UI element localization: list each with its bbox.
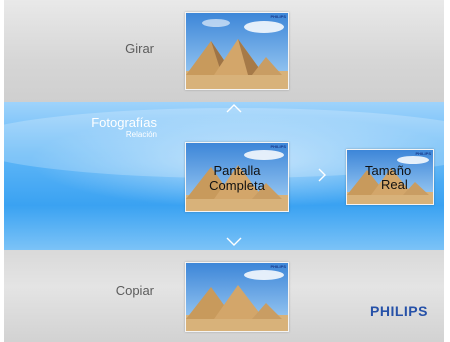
option-next-line2: Real [381,177,408,192]
thumbnail-brand-mark: PHILIPS [270,264,286,269]
thumbnail-brand-mark: PHILIPS [270,144,286,149]
chevron-down-icon[interactable] [226,237,242,246]
option-pantalla-completa[interactable]: PHILIPS Pantalla Completa [185,142,289,212]
menu-item-subtitle: Relación [125,130,157,139]
chevron-up-icon[interactable] [226,104,242,113]
photo-frame-menu-screen: Girar PHILIPS Fotografías Relación PHILI… [4,0,444,342]
option-tamano-real[interactable]: PHILIPS Tamaño Real [346,149,434,205]
menu-item-copiar[interactable]: Copiar [34,283,154,298]
thumbnail-brand-mark: PHILIPS [415,151,431,156]
philips-logo: PHILIPS [370,303,428,319]
thumbnail-bottom: PHILIPS [185,262,289,332]
menu-item-fotografias[interactable]: Fotografías [44,115,157,130]
thumbnail-top: PHILIPS [185,12,289,90]
menu-item-girar[interactable]: Girar [34,41,154,56]
pyramid-photo-icon [186,263,288,331]
option-current-line2: Completa [209,178,265,193]
option-current-line1: Pantalla [213,163,261,178]
pyramid-photo-icon [186,13,288,89]
chevron-right-icon[interactable] [318,168,326,182]
thumbnail-brand-mark: PHILIPS [270,14,286,19]
option-next-line1: Tamaño [365,163,412,178]
